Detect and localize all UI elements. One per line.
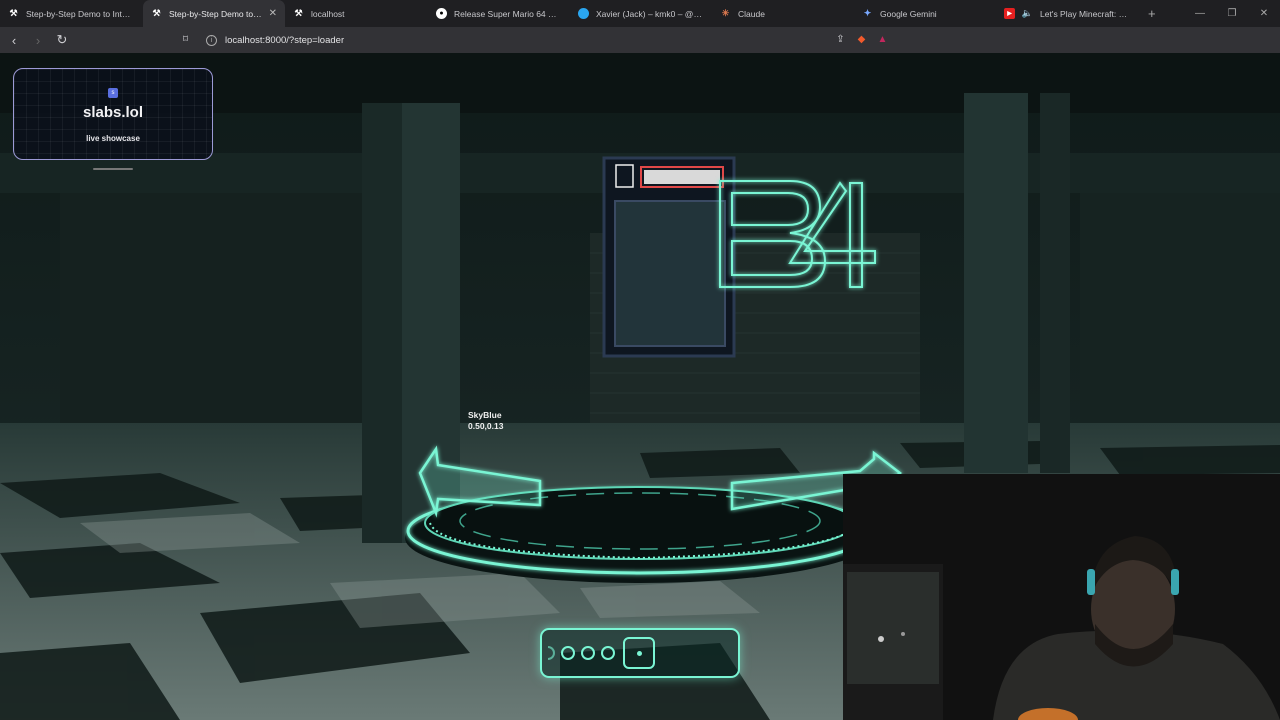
brand-logo-icon: s xyxy=(108,88,118,98)
browser-toolbar: ‹ › ↻ ⌑ i localhost:8000/?step=loader ⇪ … xyxy=(0,27,1280,71)
gemini-icon: ✦ xyxy=(863,8,872,18)
claude-icon: ✳ xyxy=(721,8,730,18)
webcam-overlay xyxy=(843,474,1280,720)
youtube-icon: ▶ xyxy=(1004,8,1015,19)
restore-icon[interactable]: ❐ xyxy=(1216,0,1248,27)
minimize-icon[interactable]: — xyxy=(1184,0,1216,27)
3d-scene-viewport[interactable]: s slabs.lol live showcase SkyBlue 0.50,0… xyxy=(0,53,1280,720)
speaker-icon[interactable]: 🔈 xyxy=(1022,8,1033,19)
tab-label: Google Gemini xyxy=(880,8,937,19)
brave-shield-icon[interactable]: ◆ xyxy=(854,32,869,47)
loader-dot xyxy=(581,646,595,660)
brand-title: slabs.lol xyxy=(82,104,144,121)
brand-underline xyxy=(93,168,133,170)
tab-xavier[interactable]: Xavier (Jack) – kmk0 – @KMko xyxy=(570,0,712,27)
brave-rewards-icon[interactable]: ▲ xyxy=(875,32,890,47)
tab-claude[interactable]: ✳ Claude xyxy=(712,0,854,27)
globe-icon xyxy=(578,8,589,19)
reload-icon[interactable]: ↻ xyxy=(52,30,72,50)
brand-card[interactable]: s slabs.lol live showcase xyxy=(13,68,213,160)
tab-gemini[interactable]: ✦ Google Gemini xyxy=(854,0,996,27)
cube-icon: ⚒ xyxy=(294,8,303,18)
loader-active-step xyxy=(623,637,655,669)
tab-step-demo-2[interactable]: ⚒ Step-by-Step Demo to Interact ✕ xyxy=(143,0,285,27)
loader-dot-partial xyxy=(548,646,555,660)
share-icon[interactable]: ⇪ xyxy=(833,32,848,47)
address-bar[interactable]: i localhost:8000/?step=loader ⇪ ◆ ▲ xyxy=(198,30,890,50)
loader-progress xyxy=(540,628,740,678)
tab-step-demo-1[interactable]: ⚒ Step-by-Step Demo to Interact xyxy=(0,0,143,27)
tab-bar: ⚒ Step-by-Step Demo to Interact ⚒ Step-b… xyxy=(0,0,1280,27)
position-label: SkyBlue 0.50,0.13 xyxy=(468,410,503,432)
color-name: SkyBlue xyxy=(468,410,502,420)
new-tab-icon[interactable]: + xyxy=(1138,6,1166,21)
tab-label: Release Super Mario 64 Coop xyxy=(454,8,562,19)
close-tab-icon[interactable]: ✕ xyxy=(269,8,277,19)
loader-dot xyxy=(601,646,615,660)
github-icon: ● xyxy=(436,8,447,19)
tab-label: Step-by-Step Demo to Interact xyxy=(26,8,135,19)
active-dot-icon xyxy=(636,650,642,656)
brand-subtitle: live showcase xyxy=(86,134,140,143)
loader-dot xyxy=(561,646,575,660)
tab-localhost[interactable]: ⚒ localhost xyxy=(285,0,428,27)
cube-icon: ⚒ xyxy=(9,8,18,18)
site-info-icon[interactable]: i xyxy=(206,34,217,46)
close-window-icon[interactable]: ✕ xyxy=(1248,0,1280,27)
bookmark-icon[interactable]: ⌑ xyxy=(178,32,193,47)
url-text[interactable]: localhost:8000/?step=loader xyxy=(225,35,344,46)
tab-minecraft[interactable]: ▶ 🔈 Let's Play Minecraft: Ep. 57 xyxy=(996,0,1138,27)
tab-label: Step-by-Step Demo to Interact xyxy=(169,8,262,19)
window-controls: — ❐ ✕ xyxy=(1184,0,1280,27)
tab-mario-release[interactable]: ● Release Super Mario 64 Coop xyxy=(428,0,570,27)
tab-label: Let's Play Minecraft: Ep. 57 xyxy=(1040,8,1130,19)
cube-icon: ⚒ xyxy=(152,8,161,18)
coordinates: 0.50,0.13 xyxy=(468,421,504,431)
back-icon[interactable]: ‹ xyxy=(4,30,24,50)
tab-label: Claude xyxy=(738,8,765,19)
forward-icon[interactable]: › xyxy=(28,30,48,50)
tab-label: Xavier (Jack) – kmk0 – @KMko xyxy=(596,8,704,19)
tab-label: localhost xyxy=(311,8,345,19)
webcam-feed xyxy=(843,474,1280,720)
